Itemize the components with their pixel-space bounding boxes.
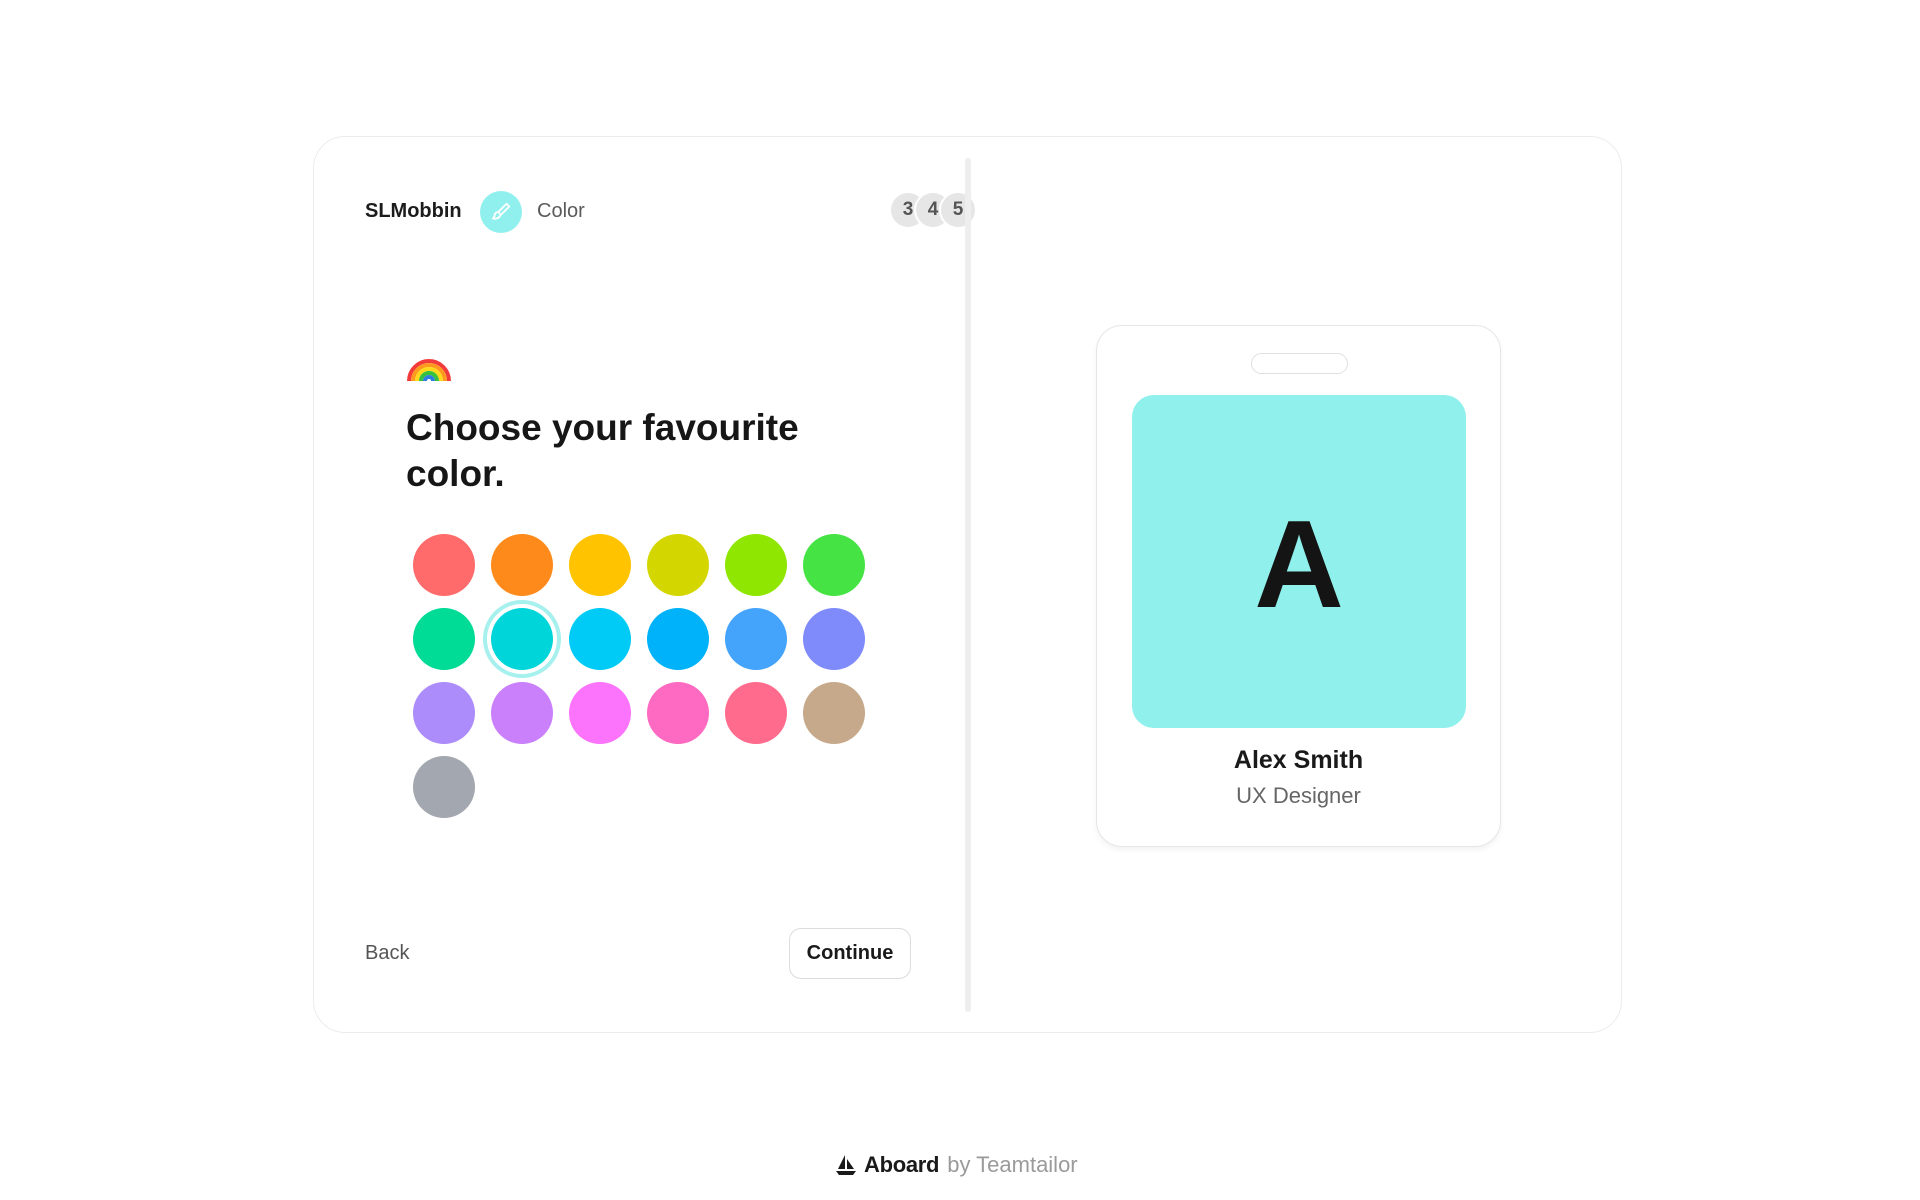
color-swatch-periwinkle[interactable]: [803, 608, 865, 670]
color-swatch-green[interactable]: [803, 534, 865, 596]
footer-branding: Aboard by Teamtailor: [834, 1148, 1078, 1182]
sailboat-icon: [836, 1155, 856, 1175]
question-headline: Choose your favourite color.: [406, 407, 799, 494]
panel-divider: [965, 158, 971, 1012]
paintbrush-icon: [480, 191, 522, 233]
badge-preview: A Alex Smith UX Designer: [1096, 325, 1501, 847]
color-swatch-amber[interactable]: [569, 534, 631, 596]
footer-brand: Aboard: [864, 1152, 940, 1177]
rainbow-icon: [407, 359, 451, 382]
color-swatch-magenta[interactable]: [569, 682, 631, 744]
color-swatch-pink[interactable]: [647, 682, 709, 744]
badge-role: UX Designer: [1236, 783, 1361, 808]
color-swatch-sky[interactable]: [647, 608, 709, 670]
continue-button[interactable]: Continue: [789, 928, 911, 979]
color-swatch-red[interactable]: [413, 534, 475, 596]
color-swatch-lime[interactable]: [725, 534, 787, 596]
badge-avatar: A: [1132, 395, 1466, 728]
color-swatch-gray[interactable]: [413, 756, 475, 818]
badge-name: Alex Smith: [1233, 746, 1364, 774]
color-swatch-emerald[interactable]: [413, 608, 475, 670]
color-swatch-cyan[interactable]: [569, 608, 631, 670]
step-title: Color: [537, 200, 585, 222]
color-swatch-olive[interactable]: [647, 534, 709, 596]
header-bar: SLMobbin Color 3 4 5: [365, 189, 1239, 233]
footer-by-text: by Teamtailor: [947, 1152, 1078, 1177]
org-name: SLMobbin: [365, 200, 462, 222]
color-swatch-blue[interactable]: [725, 608, 787, 670]
color-swatch-tan[interactable]: [803, 682, 865, 744]
onboarding-card: SLMobbin Color 3 4 5 Choose your favouri…: [313, 136, 1622, 1033]
badge-lanyard-slot: [1251, 353, 1348, 374]
color-swatch-violet[interactable]: [491, 682, 553, 744]
color-swatch-teal[interactable]: [491, 608, 553, 670]
badge-initial: A: [1254, 495, 1344, 634]
color-swatch-orange[interactable]: [491, 534, 553, 596]
step-dot: 5: [939, 191, 977, 229]
color-swatch-rose[interactable]: [725, 682, 787, 744]
back-button[interactable]: Back: [365, 942, 409, 965]
color-swatch-lavender[interactable]: [413, 682, 475, 744]
